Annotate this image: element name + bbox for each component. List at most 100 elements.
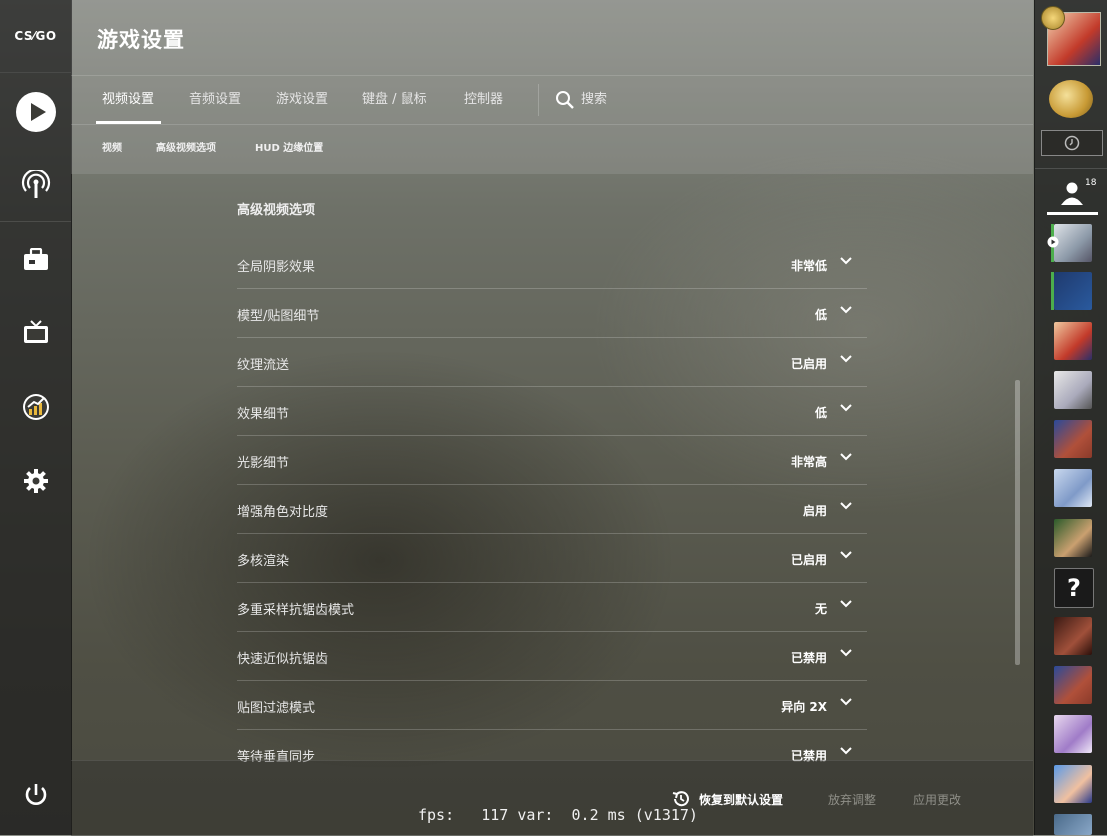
tab-controller[interactable]: 控制器 [464, 76, 503, 124]
setting-row-fxaa[interactable]: 快速近似抗锯齿 已禁用 [237, 632, 867, 681]
setting-label: 多核渲染 [237, 554, 290, 569]
section-title: 高级视频选项 [237, 203, 316, 218]
chevron-down-icon [840, 257, 852, 265]
setting-label: 模型/贴图细节 [237, 309, 320, 324]
friends-button[interactable]: 18 [1049, 178, 1099, 208]
xp-level-box[interactable] [1041, 130, 1103, 156]
setting-label: 增强角色对比度 [237, 505, 329, 520]
setting-value: 非常低 [790, 259, 827, 273]
settings-header: 游戏设置 视频设置 音频设置 游戏设置 键盘 / 鼠标 控制器 搜索 视频 高级… [71, 0, 1033, 174]
stats-chart-icon [22, 394, 49, 420]
setting-value: 低 [814, 406, 827, 420]
setting-row-texture-filter[interactable]: 贴图过滤模式 异向 2X [237, 681, 867, 730]
unknown-friend-avatar[interactable]: ? [1054, 568, 1094, 608]
gear-icon [23, 469, 48, 493]
subtab-video[interactable]: 视频 [102, 124, 122, 174]
friends-tab-indicator [1047, 212, 1098, 215]
setting-value: 异向 2X [781, 700, 827, 714]
subtab-hud-edge[interactable]: HUD 边缘位置 [255, 124, 323, 174]
friend-avatar[interactable] [1054, 371, 1092, 409]
setting-value: 已启用 [790, 357, 827, 371]
friend-avatar[interactable] [1054, 519, 1092, 557]
search-button[interactable]: 搜索 [555, 76, 607, 124]
friend-avatar[interactable] [1054, 765, 1092, 803]
playing-indicator-icon [1047, 236, 1059, 248]
chevron-down-icon [840, 355, 852, 363]
play-icon [15, 92, 56, 132]
settings-scrollbar[interactable] [1015, 380, 1020, 665]
settings-tabs: 视频设置 音频设置 游戏设置 键盘 / 鼠标 控制器 搜索 [71, 75, 1033, 125]
friend-avatar[interactable] [1054, 814, 1092, 835]
chevron-down-icon [840, 306, 852, 314]
setting-label: 快速近似抗锯齿 [237, 652, 329, 667]
friend-avatar[interactable] [1054, 272, 1092, 310]
settings-list: 全局阴影效果 非常低 模型/贴图细节 低 纹理流送 已启用 效果细节 低 光影细… [237, 240, 867, 778]
page-title: 游戏设置 [97, 28, 185, 52]
user-icon [1061, 182, 1083, 205]
rail-divider [0, 221, 71, 222]
search-icon [556, 91, 574, 109]
rank-coin-icon[interactable] [1049, 80, 1093, 118]
friend-avatar[interactable] [1054, 617, 1092, 655]
tab-audio-settings[interactable]: 音频设置 [189, 76, 241, 124]
chevron-down-icon [840, 600, 852, 608]
setting-label: 贴图过滤模式 [237, 701, 316, 716]
setting-row-global-shadow[interactable]: 全局阴影效果 非常低 [237, 240, 867, 289]
setting-label: 多重采样抗锯齿模式 [237, 603, 355, 618]
friend-avatar[interactable] [1054, 420, 1092, 458]
setting-value: 无 [814, 602, 827, 616]
briefcase-icon [23, 248, 48, 270]
chevron-down-icon [840, 404, 852, 412]
apply-changes-button[interactable]: 应用更改 [913, 791, 961, 808]
broadcast-icon [21, 170, 50, 198]
fps-overlay: fps: 117 var: 0.2 ms (v1317) [418, 806, 698, 824]
play-button[interactable] [0, 84, 71, 140]
left-nav-rail: CS⁄GO [0, 0, 72, 835]
settings-button[interactable] [0, 458, 71, 504]
clock-icon [1064, 135, 1080, 151]
chevron-down-icon [840, 698, 852, 706]
setting-row-msaa[interactable]: 多重采样抗锯齿模式 无 [237, 583, 867, 632]
tab-game-settings[interactable]: 游戏设置 [276, 76, 328, 124]
watch-button[interactable] [0, 310, 71, 356]
friend-avatar[interactable] [1054, 322, 1092, 360]
setting-row-player-contrast[interactable]: 增强角色对比度 启用 [237, 485, 867, 534]
setting-value: 已启用 [790, 553, 827, 567]
setting-row-effect-detail[interactable]: 效果细节 低 [237, 387, 867, 436]
right-social-rail: 18 ? [1034, 0, 1107, 835]
friend-avatar[interactable] [1054, 666, 1092, 704]
tab-divider [538, 84, 539, 116]
setting-value: 非常高 [790, 455, 827, 469]
friend-avatar[interactable] [1054, 715, 1092, 753]
medal-badge-icon [1041, 6, 1065, 30]
setting-label: 全局阴影效果 [237, 260, 316, 275]
friends-count: 18 [1085, 178, 1097, 188]
friend-avatar[interactable] [1054, 469, 1092, 507]
inventory-button[interactable] [0, 238, 71, 282]
setting-label: 光影细节 [237, 456, 290, 471]
settings-subtabs: 视频 高级视频选项 HUD 边缘位置 [71, 124, 1033, 174]
power-button[interactable] [0, 772, 71, 818]
csgo-logo[interactable]: CS⁄GO [0, 0, 71, 73]
tab-keyboard-mouse[interactable]: 键盘 / 鼠标 [362, 76, 427, 124]
setting-row-texture-streaming[interactable]: 纹理流送 已启用 [237, 338, 867, 387]
setting-row-shader-detail[interactable]: 光影细节 非常高 [237, 436, 867, 485]
broadcast-button[interactable] [0, 160, 71, 210]
power-icon [25, 784, 46, 805]
chevron-down-icon [840, 649, 852, 657]
setting-value: 低 [814, 308, 827, 322]
setting-row-multicore[interactable]: 多核渲染 已启用 [237, 534, 867, 583]
chevron-down-icon [840, 747, 852, 755]
friend-avatar[interactable] [1054, 224, 1092, 262]
restore-defaults-label: 恢复到默认设置 [699, 792, 784, 807]
subtab-advanced-video[interactable]: 高级视频选项 [156, 124, 216, 174]
discard-changes-button[interactable]: 放弃调整 [828, 791, 876, 808]
setting-row-model-texture[interactable]: 模型/贴图细节 低 [237, 289, 867, 338]
tab-video-settings[interactable]: 视频设置 [102, 76, 154, 124]
stats-button[interactable] [0, 384, 71, 430]
setting-label: 效果细节 [237, 407, 290, 422]
settings-footer: 恢复到默认设置 放弃调整 应用更改 [71, 760, 1033, 836]
search-label: 搜索 [581, 92, 608, 107]
setting-label: 纹理流送 [237, 358, 290, 373]
rail-divider [1035, 168, 1107, 169]
